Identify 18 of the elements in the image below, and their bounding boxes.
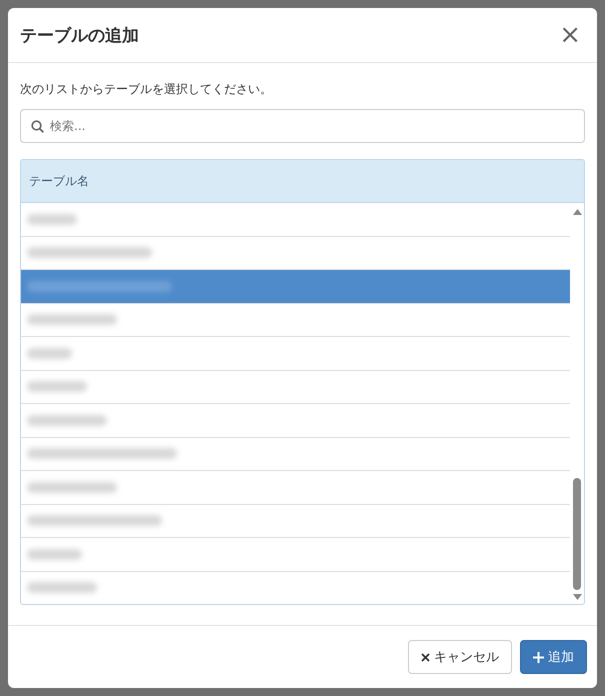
- blurred-text: [27, 348, 72, 359]
- search-field[interactable]: 検索...: [20, 109, 585, 143]
- close-icon: [421, 652, 430, 662]
- scroll-down-icon: [572, 594, 582, 600]
- scrollbar-thumb[interactable]: [573, 478, 581, 590]
- plus-icon: [533, 652, 544, 662]
- dialog-title: テーブルの追加: [20, 24, 139, 46]
- column-header: テーブル名: [21, 160, 584, 203]
- blurred-text: [27, 214, 77, 225]
- blurred-text: [27, 548, 82, 560]
- close-button[interactable]: ×: [555, 22, 585, 48]
- cancel-button[interactable]: キャンセル: [408, 640, 512, 674]
- scroll-up-icon: [572, 209, 582, 215]
- instruction-text: 次のリストからテーブルを選択してください。: [20, 81, 273, 98]
- blurred-text: [27, 381, 87, 392]
- table-row[interactable]: [21, 270, 570, 304]
- blurred-text: [27, 582, 97, 594]
- add-button[interactable]: 追加: [520, 640, 587, 674]
